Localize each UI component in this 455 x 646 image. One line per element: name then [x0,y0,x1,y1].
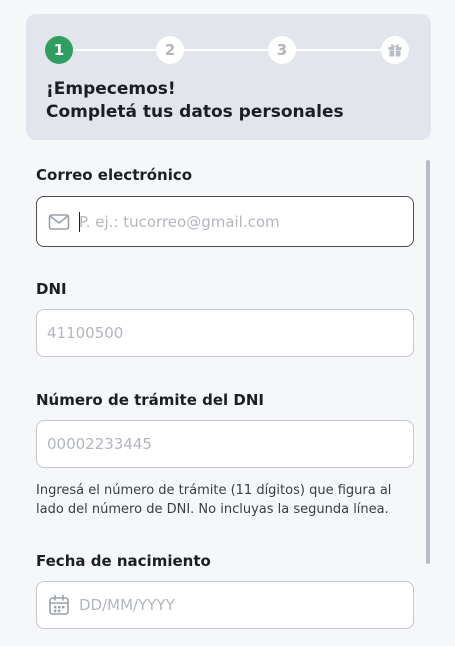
progress-steps: 1 2 3 [45,36,411,64]
steps-connector-line [59,49,397,51]
tramite-help-text: Ingresá el número de trámite (11 dígitos… [36,483,392,517]
tramite-label: Número de trámite del DNI [36,391,264,409]
step-3-indicator: 3 [268,36,296,64]
mail-icon [48,213,70,230]
form-scrollbar[interactable] [426,160,430,564]
step-1-indicator: 1 [45,36,73,64]
step-4-indicator [381,36,409,64]
dni-field-container[interactable] [36,309,414,357]
birthdate-field-container[interactable] [36,581,414,629]
step-2-indicator: 2 [156,36,184,64]
birthdate-label: Fecha de nacimiento [36,552,211,570]
calendar-icon [49,594,69,615]
stepper-card: 1 2 3 ¡Empecemos! Completá tus datos per… [26,14,431,140]
title-line-2: Completá tus datos personales [46,102,344,122]
email-input[interactable] [79,197,403,246]
dni-input[interactable] [47,310,403,356]
gift-icon [388,44,402,57]
tramite-field-container[interactable] [36,420,414,468]
birthdate-input[interactable] [79,582,403,628]
page: 1 2 3 ¡Empecemos! Completá tus datos per… [0,0,455,646]
personal-data-form: Correo electrónico DNI Número de trámite… [0,150,455,646]
dni-label: DNI [36,280,67,298]
email-label: Correo electrónico [36,166,193,184]
email-field-container[interactable] [36,196,414,247]
page-title: ¡Empecemos! Completá tus datos personale… [46,78,344,124]
tramite-input[interactable] [47,421,403,467]
title-line-1: ¡Empecemos! [46,79,176,99]
